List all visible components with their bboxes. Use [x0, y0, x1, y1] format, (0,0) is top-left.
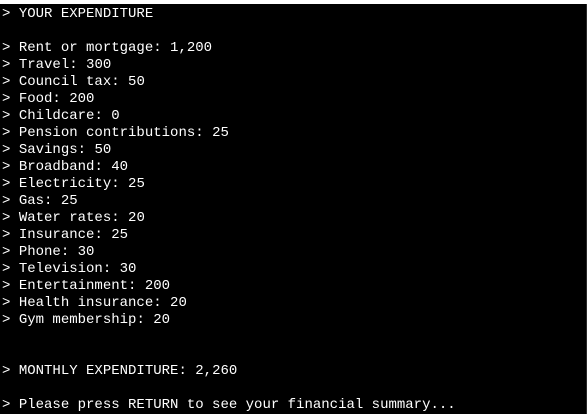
expense-label: Entertainment	[18, 278, 129, 294]
expense-row: > Savings: 50	[2, 142, 112, 158]
expense-row: > Health insurance: 20	[2, 295, 187, 311]
expense-value: 30	[77, 244, 95, 260]
expense-label: Food	[18, 91, 53, 107]
expense-value: 50	[128, 74, 145, 90]
expense-row: > Council tax: 50	[2, 74, 145, 90]
expense-row: > Travel: 300	[2, 57, 112, 73]
expense-label: Insurance	[18, 227, 95, 243]
prompt-symbol: >	[2, 244, 11, 260]
expense-row: > Pension contributions: 25	[2, 125, 229, 141]
prompt-symbol: >	[2, 125, 11, 141]
prompt-symbol: >	[2, 363, 11, 379]
expense-label: Pension contributions	[18, 125, 196, 141]
expense-value: 50	[94, 142, 112, 158]
prompt-symbol: >	[2, 176, 11, 192]
expense-row: > Entertainment: 200	[2, 278, 171, 294]
prompt-symbol: >	[2, 40, 11, 56]
expense-row: > Phone: 30	[2, 244, 95, 260]
expense-value: 20	[128, 210, 145, 226]
expense-label: Television	[18, 261, 103, 277]
expense-row: > Water rates: 20	[2, 210, 145, 226]
expense-value: 20	[153, 312, 171, 328]
expense-value: 200	[69, 91, 95, 107]
prompt-symbol: >	[2, 74, 11, 90]
expense-label: Gym membership	[18, 312, 137, 328]
expense-label: Savings	[18, 142, 78, 158]
terminal-window[interactable]: > YOUR EXPENDITURE > Rent or mortgage: 1…	[0, 4, 587, 414]
prompt-symbol: >	[2, 142, 11, 158]
expense-label: Rent or mortgage	[18, 40, 154, 56]
prompt-symbol: >	[2, 91, 11, 107]
prompt-symbol: >	[2, 6, 11, 22]
total-label: MONTHLY EXPENDITURE	[18, 363, 179, 379]
prompt-symbol: >	[2, 108, 11, 124]
expense-value: 30	[119, 261, 137, 277]
expenditure-heading: YOUR EXPENDITURE	[18, 6, 154, 22]
blank-lines	[2, 329, 587, 363]
expense-value: 25	[128, 176, 145, 192]
expense-label: Water rates	[18, 210, 112, 226]
total-line: > MONTHLY EXPENDITURE: 2,260	[2, 363, 238, 379]
prompt-symbol: >	[2, 312, 11, 328]
expense-row: > Broadband: 40	[2, 159, 129, 175]
expense-value: 40	[111, 159, 129, 175]
expense-value: 200	[144, 278, 171, 294]
prompt-symbol: >	[2, 57, 11, 73]
expense-value: 1,200	[170, 40, 213, 56]
expense-row: > Gas: 25	[2, 193, 78, 209]
expense-row: > Childcare: 0	[2, 108, 120, 124]
return-prompt-line[interactable]: > Please press RETURN to see your financ…	[2, 397, 587, 414]
expense-value: 0	[111, 108, 120, 124]
expense-label: Gas	[18, 193, 45, 209]
expense-label: Broadband	[18, 159, 95, 175]
prompt-symbol: >	[2, 227, 11, 243]
prompt-symbol: >	[2, 193, 11, 209]
prompt-symbol: >	[2, 261, 11, 277]
expense-label: Travel	[18, 57, 70, 73]
expense-row: > Rent or mortgage: 1,200	[2, 40, 213, 56]
expense-value: 25	[111, 227, 129, 243]
expense-row: > Gym membership: 20	[2, 312, 171, 328]
prompt-symbol: >	[2, 210, 11, 226]
expense-label: Council tax	[18, 74, 112, 90]
expense-value: 300	[86, 57, 112, 73]
expense-label: Electricity	[18, 176, 112, 192]
total-value: 2,260	[195, 363, 238, 379]
expense-row: > Television: 30	[2, 261, 137, 277]
expense-row: > Food: 200	[2, 91, 95, 107]
expense-value: 25	[60, 193, 78, 209]
return-prompt-text: Please press RETURN to see your financia…	[18, 397, 456, 413]
prompt-symbol: >	[2, 278, 11, 294]
prompt-symbol: >	[2, 295, 11, 311]
expense-label: Childcare	[18, 108, 95, 124]
prompt-symbol: >	[2, 159, 11, 175]
expense-label: Phone	[18, 244, 61, 260]
expense-value: 25	[212, 125, 229, 141]
expense-row: > Insurance: 25	[2, 227, 129, 243]
prompt-symbol: >	[2, 397, 11, 413]
expense-label: Health insurance	[18, 295, 154, 311]
expense-value: 20	[170, 295, 187, 311]
expense-row: > Electricity: 25	[2, 176, 145, 192]
heading-line: > YOUR EXPENDITURE	[2, 6, 587, 23]
